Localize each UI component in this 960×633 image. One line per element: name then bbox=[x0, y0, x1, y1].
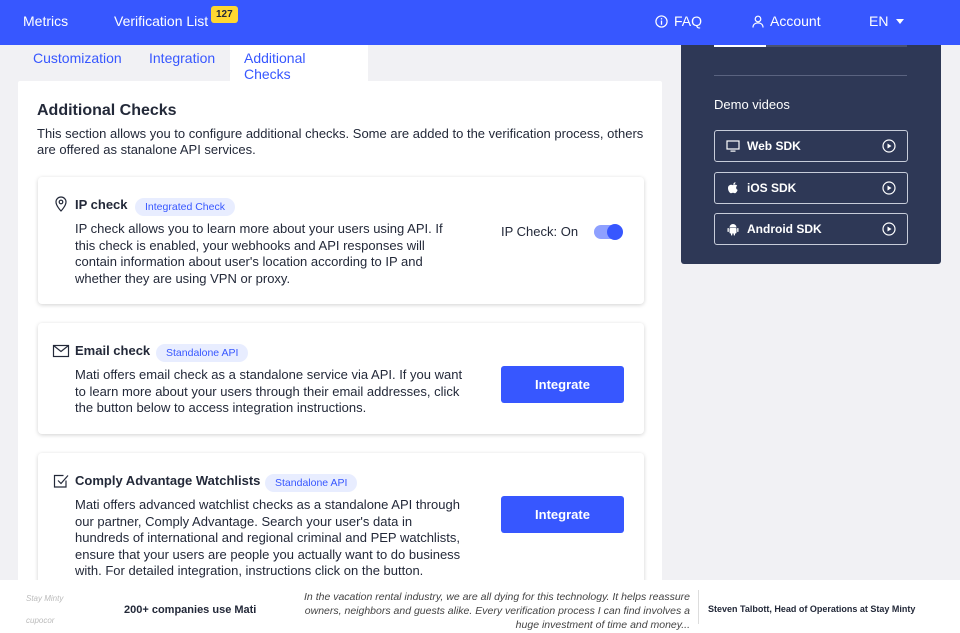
section-title: Additional Checks bbox=[37, 102, 177, 119]
chevron-down-icon bbox=[896, 19, 905, 24]
sidebar-panel: Demo videos Web SDK iOS SDK Android SDK bbox=[681, 45, 941, 264]
comply-integrate-button[interactable]: Integrate bbox=[501, 496, 624, 533]
language-selector[interactable]: EN bbox=[869, 13, 905, 29]
info-icon bbox=[655, 15, 668, 28]
tab-additional-checks[interactable]: Additional Checks bbox=[230, 45, 368, 82]
nav-account-label: Account bbox=[770, 13, 821, 29]
footer-divider bbox=[698, 590, 699, 624]
nav-faq-label: FAQ bbox=[674, 13, 703, 29]
sidebar-progress-line bbox=[714, 45, 907, 47]
testimonial-banner: Stay Minty cupocor 200+ companies use Ma… bbox=[0, 580, 960, 633]
ip-check-toggle-label: IP Check: On bbox=[501, 224, 579, 239]
email-check-card: Email check Standalone API Mati offers e… bbox=[38, 323, 644, 434]
standalone-api-tag: Standalone API bbox=[265, 474, 358, 492]
additional-checks-panel: Additional Checks This section allows yo… bbox=[18, 81, 662, 633]
checkbox-icon bbox=[53, 474, 69, 488]
tab-customization[interactable]: Customization bbox=[19, 45, 136, 81]
logo-cupocor: cupocor bbox=[26, 616, 55, 625]
comply-advantage-description: Mati offers advanced watchlist checks as… bbox=[75, 497, 461, 578]
play-icon bbox=[882, 222, 896, 236]
email-check-title: Email check bbox=[75, 343, 151, 358]
nav-faq[interactable]: FAQ bbox=[655, 13, 702, 29]
language-label: EN bbox=[869, 13, 889, 29]
demo-videos-title: Demo videos bbox=[714, 97, 790, 112]
ip-check-title: IP check bbox=[75, 197, 128, 212]
play-icon bbox=[882, 181, 896, 195]
companies-count-text: 200+ companies use Mati bbox=[124, 604, 257, 616]
web-sdk-label: Web SDK bbox=[747, 139, 801, 153]
testimonial-quote: In the vacation rental industry, we are … bbox=[304, 591, 690, 631]
comply-advantage-title: Comply Advantage Watchlists bbox=[75, 473, 261, 488]
monitor-icon bbox=[726, 140, 740, 152]
nav-metrics[interactable]: Metrics bbox=[23, 13, 68, 29]
user-icon bbox=[752, 15, 764, 28]
envelope-icon bbox=[52, 344, 70, 358]
email-integrate-button[interactable]: Integrate bbox=[501, 366, 624, 403]
web-sdk-button[interactable]: Web SDK bbox=[714, 130, 908, 162]
android-sdk-label: Android SDK bbox=[747, 222, 822, 236]
ios-sdk-label: iOS SDK bbox=[747, 181, 797, 195]
nav-account[interactable]: Account bbox=[752, 13, 821, 29]
android-sdk-button[interactable]: Android SDK bbox=[714, 213, 908, 245]
android-icon bbox=[727, 224, 739, 236]
location-pin-icon bbox=[55, 196, 67, 212]
sidebar-progress-segment bbox=[714, 45, 766, 47]
standalone-api-tag: Standalone API bbox=[156, 344, 249, 362]
verification-count-badge: 127 bbox=[211, 6, 238, 23]
toggle-knob bbox=[607, 224, 623, 240]
nav-verification-list[interactable]: Verification List bbox=[114, 13, 208, 29]
ip-check-card: IP check Integrated Check IP check allow… bbox=[38, 177, 644, 304]
ip-check-description: IP check allows you to learn more about … bbox=[75, 221, 443, 286]
email-check-description: Mati offers email check as a standalone … bbox=[75, 367, 463, 415]
ios-sdk-button[interactable]: iOS SDK bbox=[714, 172, 908, 204]
top-navbar: Metrics Verification List 127 FAQ Accoun… bbox=[0, 0, 960, 45]
integrated-check-tag: Integrated Check bbox=[135, 198, 235, 216]
tab-integration[interactable]: Integration bbox=[135, 45, 229, 81]
ip-check-toggle[interactable] bbox=[594, 224, 623, 240]
sidebar-divider bbox=[714, 75, 907, 76]
testimonial-author: Steven Talbott, Head of Operations at St… bbox=[708, 604, 916, 614]
play-icon bbox=[882, 139, 896, 153]
logo-stay-minty: Stay Minty bbox=[26, 594, 64, 603]
section-description: This section allows you to configure add… bbox=[37, 126, 644, 157]
apple-icon bbox=[728, 182, 738, 194]
